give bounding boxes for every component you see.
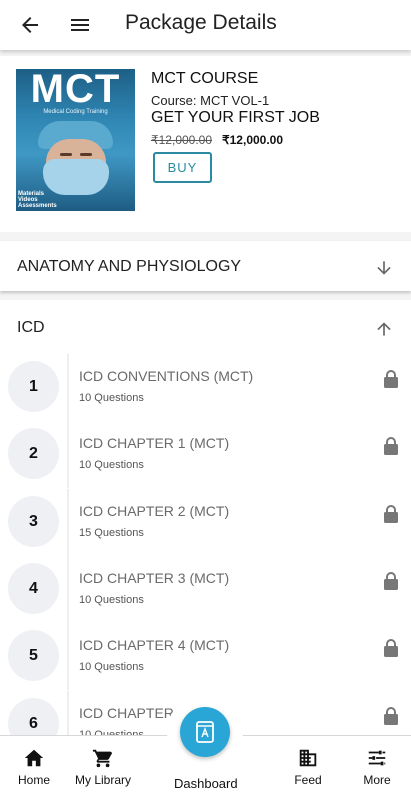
nav-home-label: Home (17, 773, 50, 787)
item-title: ICD CONVENTIONS (MCT) (79, 368, 254, 384)
nav-more[interactable]: More (358, 747, 396, 787)
nav-more-label: More (363, 773, 391, 787)
divider (67, 556, 69, 623)
item-number: 1 (8, 361, 59, 412)
nav-feed-label: Feed (294, 773, 322, 787)
surgical-mask (43, 159, 109, 195)
item-number: 2 (8, 428, 59, 479)
list-item[interactable]: 3 ICD CHAPTER 2 (MCT) 15 Questions (0, 489, 411, 562)
divider (67, 354, 69, 421)
lock-icon (384, 505, 398, 523)
cart-icon (92, 749, 113, 768)
lock-icon (384, 572, 398, 590)
item-number: 3 (8, 496, 59, 547)
item-number: 5 (8, 630, 59, 681)
eye-right (80, 153, 92, 156)
section-anatomy-label: ANATOMY AND PHYSIOLOGY (17, 258, 242, 275)
nav-home[interactable]: Home (14, 747, 54, 787)
item-number: 4 (8, 563, 59, 614)
item-question-count: 10 Questions (79, 392, 144, 404)
old-price: ₹12,000.00 (151, 133, 213, 147)
lock-icon (384, 639, 398, 657)
building-icon (299, 749, 317, 767)
divider (67, 421, 69, 488)
home-icon (24, 749, 44, 767)
list-item[interactable]: 4 ICD CHAPTER 3 (MCT) 10 Questions (0, 556, 411, 629)
item-question-count: 10 Questions (79, 661, 144, 673)
buy-button[interactable]: BUY (153, 152, 212, 183)
item-title: ICD CHAPTER 1 (MCT) (79, 435, 230, 451)
list-item[interactable]: 2 ICD CHAPTER 1 (MCT) 10 Questions (0, 421, 411, 494)
eye-left (60, 153, 72, 156)
package-card: MCT Medical Coding Training Materials Vi… (0, 56, 411, 232)
nav-my-library-label: My Library (74, 773, 131, 787)
dashboard-button[interactable] (180, 707, 230, 757)
sliders-icon (368, 750, 386, 766)
cover-tag: Assessments (18, 203, 57, 209)
section-anatomy-header[interactable]: ANATOMY AND PHYSIOLOGY (0, 241, 411, 291)
divider (67, 623, 69, 690)
item-title: ICD CHAPTER 4 (MCT) (79, 637, 230, 653)
nav-dashboard-label[interactable]: Dashboard (174, 776, 238, 791)
section-icd-label: ICD (17, 319, 45, 336)
app-bar: Package Details (0, 0, 411, 50)
item-question-count: 10 Questions (79, 459, 144, 471)
package-course: Course: MCT VOL-1 (151, 93, 270, 108)
item-title: ICD CHAPTER 3 (MCT) (79, 570, 230, 586)
cover-subtitle: Medical Coding Training (43, 109, 108, 115)
lock-icon (384, 370, 398, 388)
lock-icon (384, 707, 398, 725)
item-question-count: 15 Questions (79, 527, 144, 539)
item-title: ICD CHAPTER 2 (MCT) (79, 503, 230, 519)
lock-icon (384, 437, 398, 455)
list-item[interactable]: 1 ICD CONVENTIONS (MCT) 10 Questions (0, 354, 411, 427)
package-tagline: GET YOUR FIRST JOB (151, 109, 320, 126)
dashboard-book-icon (196, 721, 214, 743)
nav-feed[interactable]: Feed (290, 747, 326, 787)
back-arrow-icon[interactable] (18, 13, 42, 37)
item-question-count: 10 Questions (79, 594, 144, 606)
arrow-up-icon[interactable] (374, 319, 394, 339)
hamburger-menu-icon[interactable] (68, 13, 92, 37)
arrow-down-icon[interactable] (374, 258, 394, 278)
course-cover-image: MCT Medical Coding Training Materials Vi… (16, 69, 135, 211)
list-item[interactable]: 5 ICD CHAPTER 4 (MCT) 10 Questions (0, 623, 411, 696)
divider (67, 489, 69, 556)
page-title: Package Details (125, 11, 277, 34)
cover-title: MCT (30, 69, 121, 111)
package-name: MCT COURSE (151, 70, 259, 87)
nav-my-library[interactable]: My Library (70, 747, 136, 787)
current-price: ₹12,000.00 (222, 133, 284, 147)
